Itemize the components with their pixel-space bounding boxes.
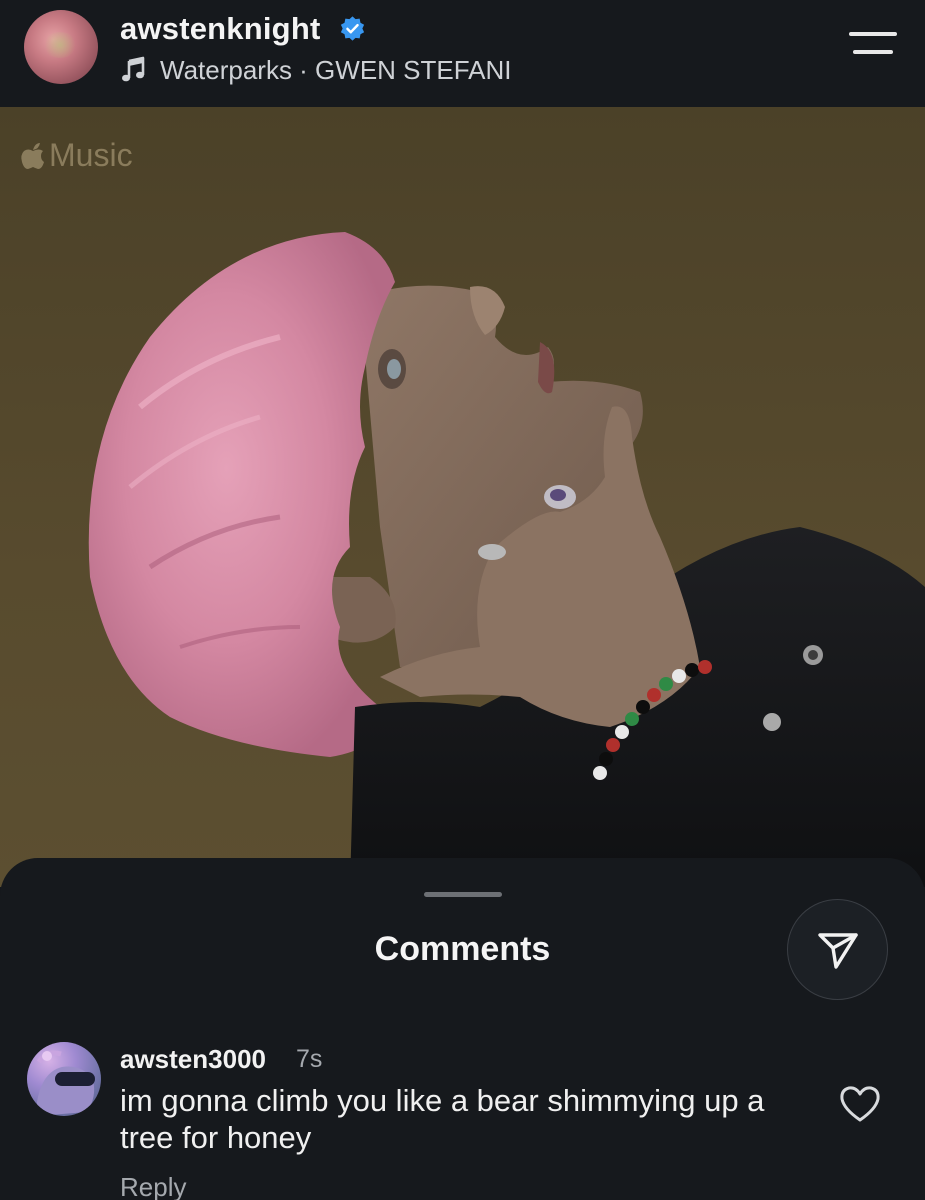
comment-author[interactable]: awsten3000 — [120, 1044, 266, 1075]
sheet-grabber[interactable] — [424, 892, 502, 897]
song-attribution[interactable]: Waterparks · GWEN STEFANI — [160, 55, 512, 86]
send-icon — [817, 932, 858, 969]
heart-icon[interactable] — [838, 1084, 882, 1124]
verified-badge-icon — [340, 16, 365, 41]
post-media[interactable]: Music — [0, 107, 925, 887]
apple-music-label: Music — [49, 137, 133, 173]
music-note-icon — [122, 56, 145, 82]
comments-sheet: Comments awsten3000 7s im gonna climb yo… — [0, 858, 925, 1200]
apple-music-badge: Music — [20, 137, 133, 174]
menu-button[interactable] — [849, 28, 899, 62]
profile-avatar[interactable] — [24, 10, 98, 84]
post-username[interactable]: awstenknight — [120, 11, 320, 47]
menu-icon — [849, 32, 897, 36]
share-button[interactable] — [787, 899, 888, 1000]
post-header: awstenknight Waterparks · GWEN STEFANI — [0, 0, 925, 107]
comment-text: im gonna climb you like a bear shimmying… — [120, 1083, 765, 1155]
comment-item: awsten3000 7s im gonna climb you like a … — [0, 1040, 925, 1200]
post-photo — [88, 232, 925, 887]
reply-button[interactable]: Reply — [120, 1172, 186, 1200]
apple-logo-icon — [21, 142, 44, 169]
comment-avatar[interactable] — [27, 1042, 101, 1116]
comment-time: 7s — [296, 1045, 323, 1073]
